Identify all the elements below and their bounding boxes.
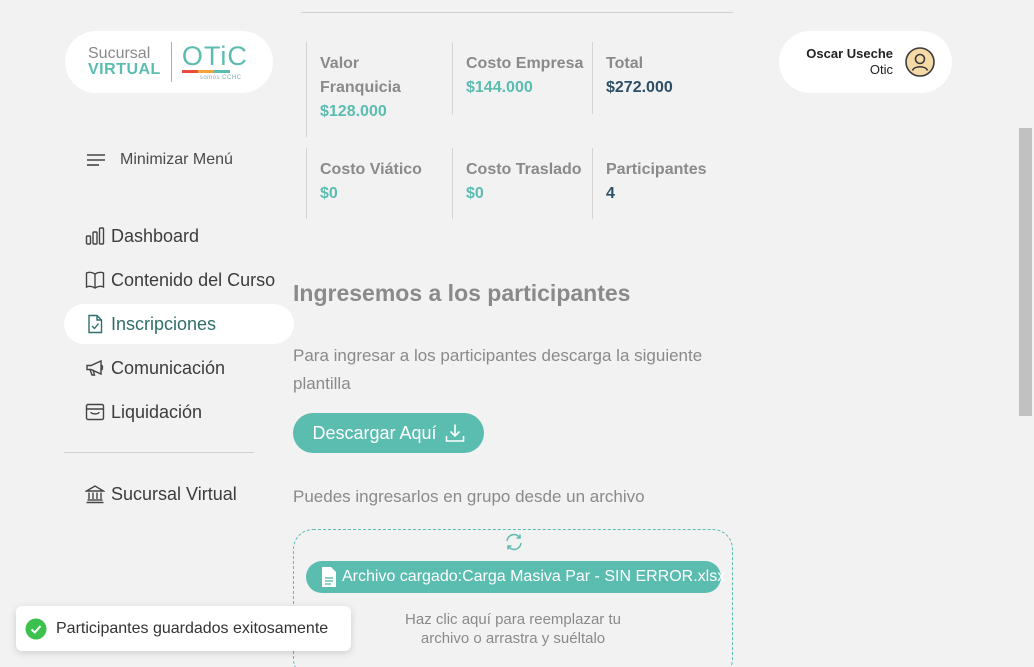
- stat-label: Valor Franquicia: [320, 55, 401, 96]
- user-org: Otic: [869, 62, 893, 77]
- logo-subtitle: somos CCHC: [199, 75, 242, 81]
- sidebar-item-label: Sucursal Virtual: [111, 483, 237, 504]
- download-icon: [445, 423, 465, 443]
- stat-value: $272.000: [606, 79, 673, 96]
- logo-color-bar: [181, 70, 230, 73]
- stat-costo-empresa: Costo Empresa $144.000: [452, 42, 593, 114]
- megaphone-icon: [85, 358, 105, 378]
- stat-value: $128.000: [320, 103, 387, 120]
- sidebar-item-label: Dashboard: [111, 225, 200, 246]
- user-info: Oscar Useche Otic: [806, 46, 893, 78]
- uploaded-file-name: Archivo cargado:Carga Masiva Par - SIN E…: [342, 568, 726, 585]
- document-icon: [319, 566, 339, 588]
- sidebar-item-sucursal-virtual[interactable]: Sucursal Virtual: [64, 474, 294, 514]
- uploaded-file-badge: Archivo cargado:Carga Masiva Par - SIN E…: [306, 561, 725, 593]
- download-button-label: Descargar Aquí: [312, 422, 437, 443]
- stat-value: 4: [606, 185, 615, 202]
- user-avatar-icon: [905, 47, 935, 77]
- bank-icon: [85, 484, 105, 504]
- replace-hint-line1: Haz clic aquí para reemplazar tu: [405, 611, 621, 628]
- brand-logo[interactable]: Sucursal VIRTUAL OTiC somos CCHC: [65, 31, 273, 93]
- toast-message: Participantes guardados exitosamente: [56, 619, 329, 637]
- page-title: Ingresemos a los participantes: [293, 280, 631, 306]
- sidebar-nav: Dashboard Contenido del Curso Inscripcio…: [64, 216, 294, 436]
- minimize-menu-button[interactable]: Minimizar Menú: [86, 151, 233, 169]
- file-check-icon: [85, 314, 105, 334]
- stat-label: Costo Empresa: [466, 55, 584, 72]
- stat-participantes: Participantes 4: [592, 148, 734, 219]
- sidebar-item-label: Liquidación: [111, 401, 203, 422]
- logo-sucursal: Sucursal: [88, 45, 151, 62]
- stat-label: Costo Traslado: [466, 161, 582, 178]
- stat-valor-franquicia: Valor Franquicia $128.000: [306, 42, 452, 137]
- book-icon: [85, 270, 105, 290]
- bar-chart-icon: [85, 226, 105, 246]
- download-template-button[interactable]: Descargar Aquí: [293, 413, 484, 453]
- stat-costo-traslado: Costo Traslado $0: [452, 148, 593, 219]
- stat-total: Total $272.000: [592, 42, 734, 114]
- page-scrollbar[interactable]: [1017, 0, 1034, 667]
- top-divider: [301, 12, 733, 13]
- stat-value: $0: [466, 185, 484, 202]
- sidebar-divider: [64, 452, 254, 453]
- sidebar-item-comunicacion[interactable]: Comunicación: [64, 348, 294, 388]
- hamburger-icon: [86, 152, 106, 168]
- replace-file-hint: Haz clic aquí para reemplazar tu archivo…: [294, 610, 732, 648]
- logo-otic: OTiC: [181, 41, 248, 71]
- otic-logo: OTiC somos CCHC: [181, 41, 248, 81]
- sidebar-item-liquidacion[interactable]: Liquidación: [64, 392, 294, 432]
- sidebar-item-label: Comunicación: [111, 357, 226, 378]
- stat-value: $144.000: [466, 79, 533, 96]
- logo-wordmark: Sucursal VIRTUAL: [88, 46, 161, 78]
- check-circle-icon: [25, 618, 47, 640]
- stat-label: Participantes: [606, 161, 707, 178]
- stat-costo-viatico: Costo Viático $0: [306, 148, 452, 219]
- replace-hint-line2: archivo o arrastra y suéltalo: [420, 630, 606, 647]
- minimize-menu-label: Minimizar Menú: [120, 151, 233, 168]
- sidebar-item-dashboard[interactable]: Dashboard: [64, 216, 294, 256]
- stat-value: $0: [320, 185, 338, 202]
- group-upload-text: Puedes ingresarlos en grupo desde un arc…: [293, 487, 645, 506]
- user-menu[interactable]: Oscar Useche Otic: [779, 31, 952, 93]
- sidebar-item-contenido[interactable]: Contenido del Curso: [64, 260, 294, 300]
- sidebar-item-label: Inscripciones: [111, 313, 217, 334]
- sidebar-bottom: Sucursal Virtual: [64, 474, 294, 518]
- logo-divider: [170, 42, 172, 82]
- stat-label: Costo Viático: [320, 161, 422, 178]
- success-toast: Participantes guardados exitosamente: [16, 606, 351, 651]
- sidebar-item-inscripciones[interactable]: Inscripciones: [64, 304, 294, 344]
- scrollbar-thumb[interactable]: [1019, 128, 1032, 416]
- logo-virtual: VIRTUAL: [88, 61, 161, 78]
- archive-icon: [85, 402, 105, 422]
- stat-label: Total: [606, 55, 644, 72]
- user-name: Oscar Useche: [806, 46, 893, 61]
- refresh-icon[interactable]: [504, 532, 524, 552]
- sidebar-item-label: Contenido del Curso: [111, 269, 276, 290]
- instructions-text: Para ingresar a los participantes descar…: [293, 346, 703, 393]
- file-dropzone[interactable]: Archivo cargado:Carga Masiva Par - SIN E…: [293, 529, 733, 667]
